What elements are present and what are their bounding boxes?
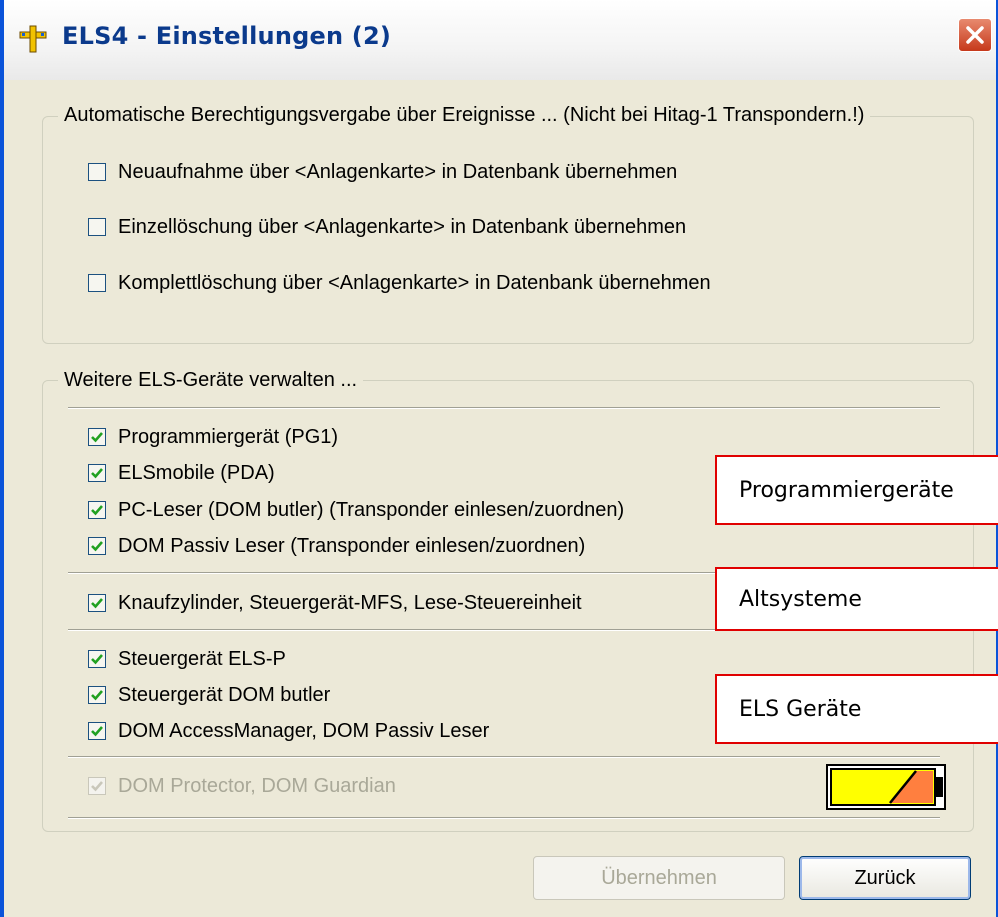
checkbox[interactable] <box>88 537 106 555</box>
checkbox-label: Neuaufnahme über <Anlagenkarte> in Daten… <box>118 160 678 183</box>
title-bar[interactable]: ELS4 - Einstellungen (2) <box>4 0 996 80</box>
checkbox-label: DOM Protector, DOM Guardian <box>118 774 396 797</box>
checkbox-label: Knaufzylinder, Steuergerät-MFS, Lese-Ste… <box>118 591 582 614</box>
checkbox[interactable] <box>88 464 106 482</box>
checkbox[interactable] <box>88 650 106 668</box>
separator <box>68 817 940 819</box>
checkbox-row-dom-protector: DOM Protector, DOM Guardian <box>88 773 396 799</box>
callout-programmiergeraete: Programmiergeräte <box>715 455 998 525</box>
checkbox[interactable] <box>88 501 106 519</box>
checkbox[interactable] <box>88 722 106 740</box>
checkbox[interactable] <box>88 428 106 446</box>
checkbox-label: DOM Passiv Leser (Transponder einlesen/z… <box>118 534 586 557</box>
checkbox-row-neuaufnahme[interactable]: Neuaufnahme über <Anlagenkarte> in Daten… <box>88 159 677 185</box>
checkbox-row-dom-passiv-leser[interactable]: DOM Passiv Leser (Transponder einlesen/z… <box>88 533 585 559</box>
checkbox-row-komplettloeschung[interactable]: Komplettlöschung über <Anlagenkarte> in … <box>88 270 711 296</box>
callout-altsysteme: Altsysteme <box>715 567 998 631</box>
checkbox[interactable] <box>88 594 106 612</box>
check-icon <box>91 726 103 737</box>
checkbox[interactable] <box>88 163 106 181</box>
check-icon <box>91 432 103 443</box>
callout-label: ELS Geräte <box>739 696 862 722</box>
checkbox-label: Komplettlöschung über <Anlagenkarte> in … <box>118 271 711 294</box>
check-icon <box>91 505 103 516</box>
checkbox-row-dom-butler[interactable]: Steuergerät DOM butler <box>88 682 330 708</box>
apply-button[interactable]: Übernehmen <box>533 856 785 900</box>
checkbox-label: Steuergerät DOM butler <box>118 683 331 706</box>
window-title: ELS4 - Einstellungen (2) <box>62 22 392 50</box>
checkbox-label: Programmiergerät (PG1) <box>118 425 339 448</box>
callout-label: Programmiergeräte <box>739 477 954 503</box>
checkbox-label: Einzellöschung über <Anlagenkarte> in Da… <box>118 215 687 238</box>
battery-icon <box>826 764 946 810</box>
checkbox-label: Steuergerät ELS-P <box>118 647 286 670</box>
checkbox-disabled <box>88 777 106 795</box>
checkbox-row-accessmanager[interactable]: DOM AccessManager, DOM Passiv Leser <box>88 718 489 744</box>
check-icon <box>91 690 103 701</box>
checkbox[interactable] <box>88 274 106 292</box>
checkbox-row-pg1[interactable]: Programmiergerät (PG1) <box>88 424 338 450</box>
checkbox-row-elsmobile[interactable]: ELSmobile (PDA) <box>88 460 275 486</box>
checkbox[interactable] <box>88 218 106 236</box>
callout-label: Altsysteme <box>739 586 862 612</box>
battery-fill-icon <box>830 768 943 806</box>
check-icon <box>91 541 103 552</box>
check-icon <box>91 598 103 609</box>
check-icon <box>91 468 103 479</box>
checkbox-row-els-p[interactable]: Steuergerät ELS-P <box>88 646 286 672</box>
settings-window: ELS4 - Einstellungen (2) Automatische Be… <box>0 0 998 917</box>
check-icon <box>91 781 103 792</box>
checkbox-row-knaufzylinder[interactable]: Knaufzylinder, Steuergerät-MFS, Lese-Ste… <box>88 590 582 616</box>
checkbox-label: PC-Leser (DOM butler) (Transponder einle… <box>118 498 625 521</box>
devices-legend: Weitere ELS-Geräte verwalten ... <box>58 369 364 392</box>
app-icon <box>19 25 47 53</box>
checkbox-row-pc-leser[interactable]: PC-Leser (DOM butler) (Transponder einle… <box>88 497 624 523</box>
check-icon <box>91 654 103 665</box>
close-icon <box>966 26 984 44</box>
separator <box>68 756 940 758</box>
back-button[interactable]: Zurück <box>799 856 971 900</box>
checkbox-label: DOM AccessManager, DOM Passiv Leser <box>118 719 490 742</box>
checkbox-label: ELSmobile (PDA) <box>118 461 275 484</box>
auto-authorization-legend: Automatische Berechtigungsvergabe über E… <box>58 104 871 127</box>
callout-els-geraete: ELS Geräte <box>715 674 998 744</box>
checkbox[interactable] <box>88 686 106 704</box>
close-button[interactable] <box>958 18 992 52</box>
checkbox-row-einzelloeschung[interactable]: Einzellöschung über <Anlagenkarte> in Da… <box>88 214 686 240</box>
separator <box>68 407 940 409</box>
